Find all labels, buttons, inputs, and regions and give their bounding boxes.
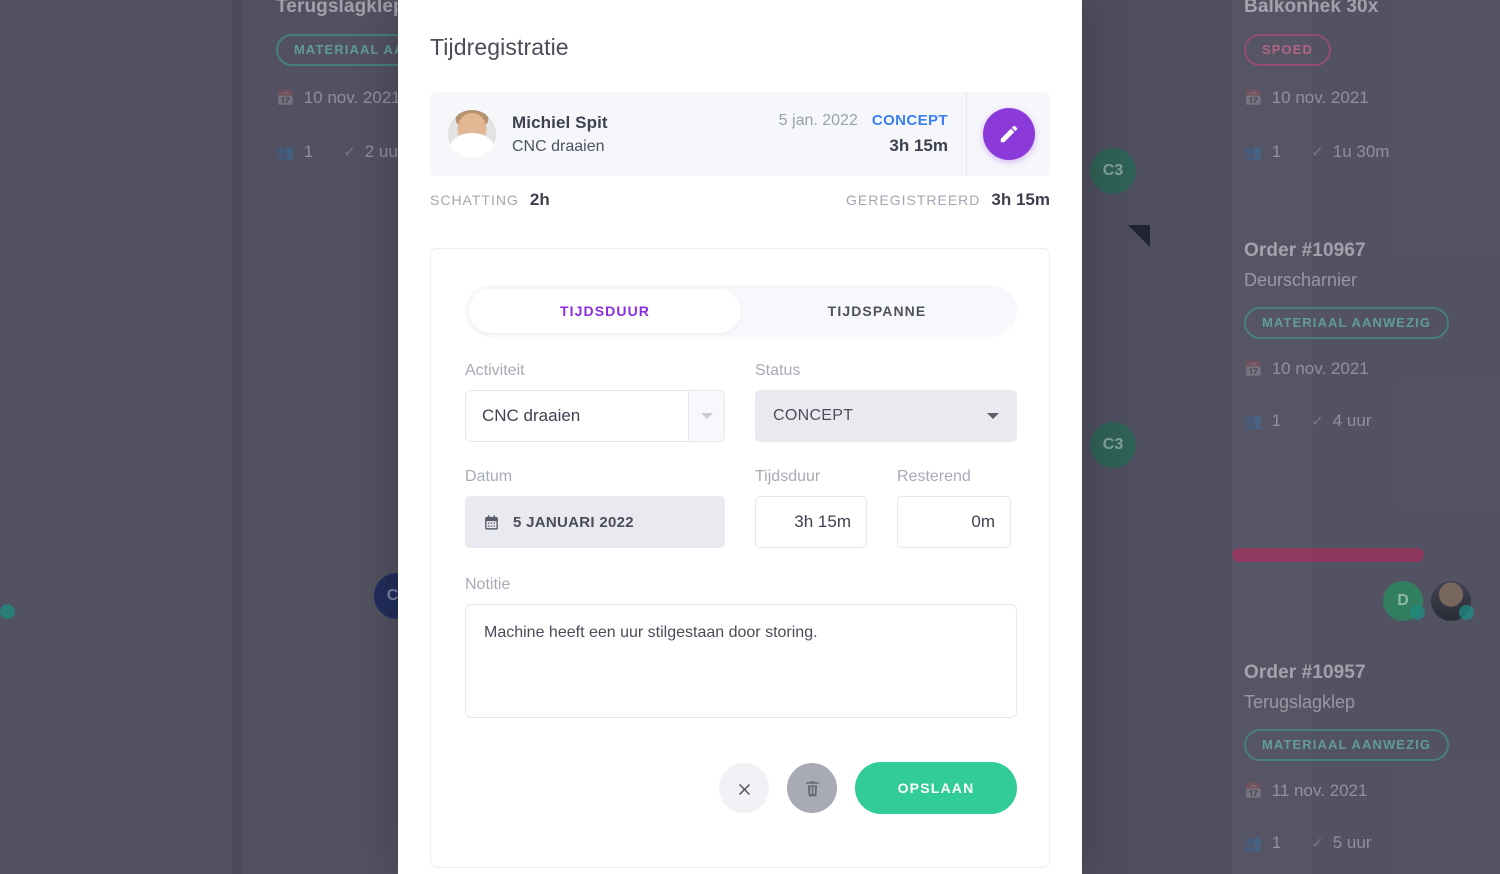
time-entry-main[interactable]: Michiel Spit CNC draaien 5 jan. 2022 CON… xyxy=(430,92,966,176)
edit-entry-button[interactable] xyxy=(982,108,1035,160)
chevron-down-icon xyxy=(987,413,999,419)
entry-activity: CNC draaien xyxy=(512,137,605,155)
background-card-date: 11 nov. 2021 xyxy=(1271,781,1368,800)
check-icon: ✓ xyxy=(1311,144,1324,161)
background-card-badge: SPOED xyxy=(1244,34,1332,66)
background-card-time: 4 uur xyxy=(1332,411,1372,430)
duration-label: Tijdsduur xyxy=(755,468,821,485)
check-icon: ✓ xyxy=(1311,413,1324,430)
calendar-icon xyxy=(485,514,498,530)
background-card-2[interactable]: Balkonhek 30x SPOED 📅 10 nov. 2021 👥 1 ✓… xyxy=(1244,0,1389,162)
entry-user-name: Michiel Spit xyxy=(512,112,608,132)
calendar-icon: 📅 xyxy=(1244,361,1263,378)
status-select[interactable]: CONCEPT xyxy=(755,390,1017,442)
tab-tijdspanne[interactable]: TIJDSPANNE xyxy=(741,289,1013,333)
background-card-subject: Balkonhek 30x xyxy=(1244,0,1379,17)
time-entry-summary: Michiel Spit CNC draaien 5 jan. 2022 CON… xyxy=(430,92,1050,176)
background-card-date: 10 nov. 2021 xyxy=(1271,359,1369,378)
note-textarea[interactable]: Machine heeft een uur stilgestaan door s… xyxy=(465,604,1017,718)
form-actions: OPSLAAN xyxy=(465,762,1017,814)
background-card-subject: Deurscharnier xyxy=(1244,270,1358,290)
people-icon: 👥 xyxy=(1244,835,1263,852)
save-button[interactable]: OPSLAAN xyxy=(855,762,1017,814)
background-card-badge: MATERIAAL AANWEZIG xyxy=(1244,729,1450,761)
page-title: Tijdregistratie xyxy=(430,34,569,60)
background-card-date: 10 nov. 2021 xyxy=(303,88,401,107)
people-icon: 👥 xyxy=(1244,413,1263,430)
background-progress-bar xyxy=(1232,548,1424,562)
entry-duration: 3h 15m xyxy=(889,136,948,155)
cancel-button[interactable] xyxy=(719,763,769,813)
date-label: Datum xyxy=(465,468,513,485)
background-card-4[interactable]: Order #10957 Terugslagklep MATERIAAL AAN… xyxy=(1244,662,1450,853)
activity-label: Activiteit xyxy=(465,362,525,379)
background-card-subject: Terugslagklep xyxy=(1244,692,1356,712)
background-card-people: 1 xyxy=(303,142,314,161)
activity-dropdown-toggle[interactable] xyxy=(688,391,724,441)
time-entry-form: TIJDSDUUR TIJDSPANNE Activiteit CNC draa… xyxy=(430,248,1050,868)
check-icon: ✓ xyxy=(1311,835,1324,852)
background-card-badge: MATERIAAL AANWEZIG xyxy=(1244,307,1450,339)
mode-tabs: TIJDSDUUR TIJDSPANNE xyxy=(465,285,1017,337)
pencil-icon xyxy=(1000,125,1017,143)
status-value: CONCEPT xyxy=(773,407,854,424)
calendar-icon: 📅 xyxy=(1244,783,1263,800)
estimate-value: 2h xyxy=(529,190,550,209)
background-card-date: 10 nov. 2021 xyxy=(1271,88,1369,107)
check-icon: ✓ xyxy=(343,144,356,161)
status-badge: CONCEPT xyxy=(871,112,948,129)
status-label: Status xyxy=(755,362,801,379)
date-picker[interactable]: 5 JANUARI 2022 xyxy=(465,496,725,548)
background-column-1 xyxy=(0,0,232,874)
calendar-icon: 📅 xyxy=(1244,90,1263,107)
background-card-people: 1 xyxy=(1271,833,1282,852)
background-card-people: 1 xyxy=(1271,142,1282,161)
note-label: Notitie xyxy=(465,576,511,593)
registered-value: 3h 15m xyxy=(991,190,1050,209)
status-dot xyxy=(1459,605,1474,620)
remaining-input[interactable]: 0m xyxy=(897,496,1011,548)
entry-edit-cell xyxy=(966,92,1050,176)
trash-icon xyxy=(805,780,819,796)
card-corner-fold xyxy=(1128,225,1150,247)
remaining-label: Resterend xyxy=(897,468,971,485)
background-card-time: 5 uur xyxy=(1332,833,1372,852)
chevron-down-icon xyxy=(700,413,713,419)
activity-value: CNC draaien xyxy=(482,406,581,425)
avatar xyxy=(448,110,496,158)
background-avatar-c3-bottom[interactable]: C3 xyxy=(1090,422,1136,468)
delete-button[interactable] xyxy=(787,763,837,813)
calendar-icon: 📅 xyxy=(276,90,295,107)
entry-date: 5 jan. 2022 xyxy=(778,112,858,129)
background-card-order: Order #10967 xyxy=(1244,240,1366,261)
background-avatar-c3-top[interactable]: C3 xyxy=(1090,148,1136,194)
note-section: Notitie Machine heeft een uur stilgestaa… xyxy=(465,576,1017,718)
date-value: 5 JANUARI 2022 xyxy=(513,513,634,531)
background-card-order: Order #10957 xyxy=(1244,662,1366,683)
time-registration-modal: Tijdregistratie Michiel Spit CNC draaien… xyxy=(398,0,1082,874)
totals-row: SCHATTING 2h GEREGISTREERD 3h 15m xyxy=(430,190,1050,210)
duration-input[interactable]: 3h 15m xyxy=(755,496,867,548)
activity-status-row: Activiteit CNC draaien Status CONCEPT xyxy=(465,362,1017,442)
status-dot xyxy=(1410,605,1425,620)
background-card-time: 1u 30m xyxy=(1332,142,1390,161)
estimate-label: SCHATTING xyxy=(430,192,519,208)
status-dot xyxy=(0,604,15,619)
people-icon: 👥 xyxy=(1244,144,1263,161)
background-card-3[interactable]: Order #10967 Deurscharnier MATERIAAL AAN… xyxy=(1244,240,1450,431)
tab-tijdsduur[interactable]: TIJDSDUUR xyxy=(469,289,741,333)
activity-select[interactable]: CNC draaien xyxy=(465,390,725,442)
close-icon xyxy=(738,783,750,795)
background-card-people: 1 xyxy=(1271,411,1282,430)
people-icon: 👥 xyxy=(276,144,295,161)
registered-label: GEREGISTREERD xyxy=(846,192,981,208)
date-duration-row: Datum 5 JANUARI 2022 Tijdsduur 3h 15m Re… xyxy=(465,468,1017,548)
